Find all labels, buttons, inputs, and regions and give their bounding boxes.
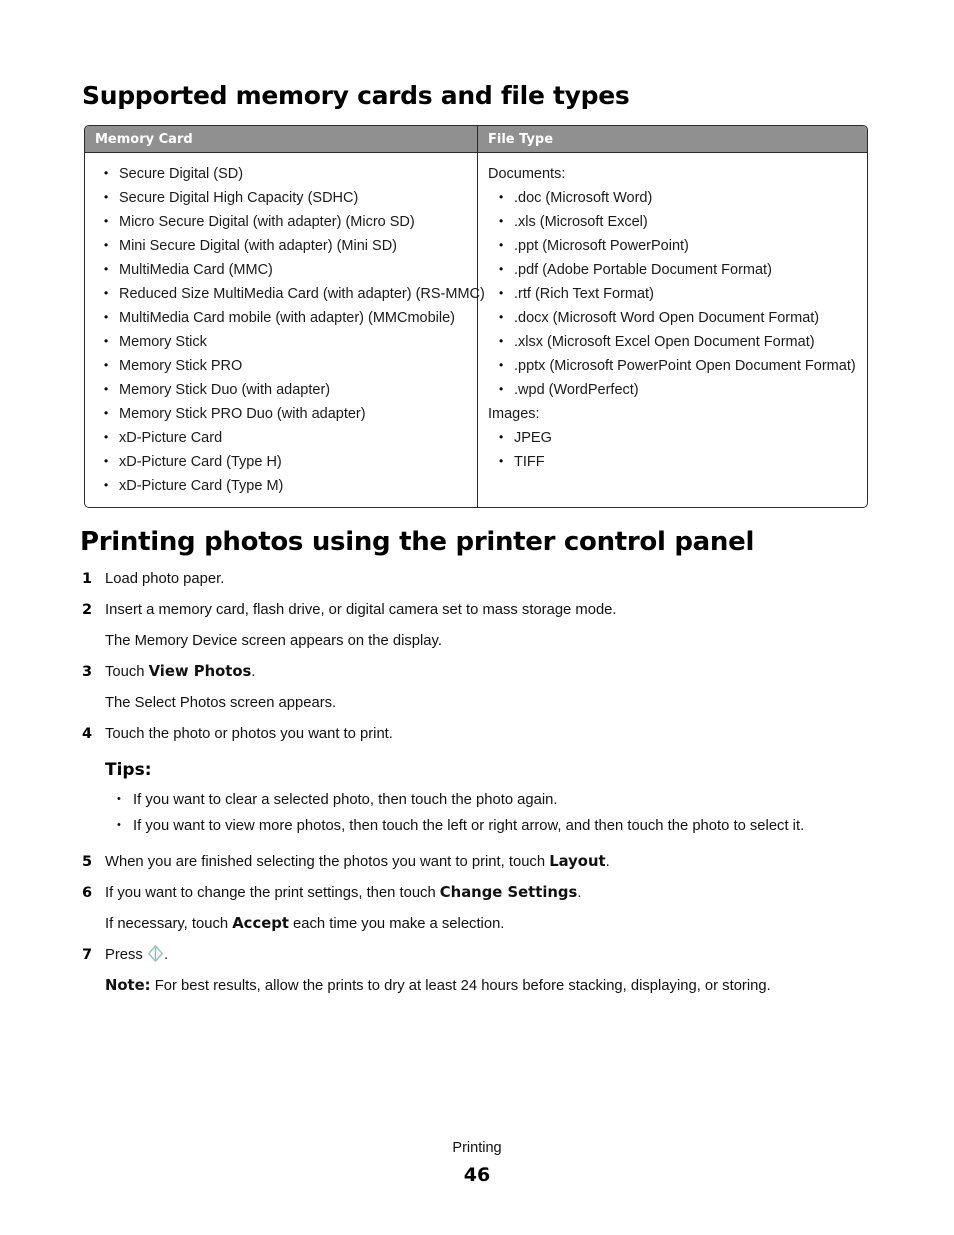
list-item: .xls (Microsoft Excel) [486,209,861,234]
list-item: Mini Secure Digital (with adapter) (Mini… [91,233,471,258]
table-header-memory-card: Memory Card [85,126,478,152]
step-text-prefix: If you want to change the print settings… [105,885,440,901]
list-item: Memory Stick [91,329,471,354]
list-item: .ppt (Microsoft PowerPoint) [486,233,861,258]
step-text-suffix: . [163,947,169,963]
tips-list: If you want to clear a selected photo, t… [105,786,882,839]
step-text-prefix: When you are finished selecting the phot… [105,854,550,870]
step-text: If you want to change the print settings… [105,882,581,904]
footer-section-name: Printing [452,1140,502,1156]
procedure-step-4: 4 Touch the photo or photos you want to … [82,723,882,745]
image-file-type-list: JPEG TIFF [486,425,861,474]
ui-control-name-accept: Accept [232,915,289,932]
list-item: xD-Picture Card (Type H) [91,449,471,474]
list-item: If you want to view more photos, then to… [105,812,882,839]
supported-memory-cards-table: Memory Card File Type Secure Digital (SD… [84,125,868,508]
step-text-prefix: Touch [105,664,149,680]
list-item: .wpd (WordPerfect) [486,377,861,402]
list-item: .pdf (Adobe Portable Document Format) [486,257,861,282]
file-type-group-documents-label: Documents: [488,166,566,182]
list-item: xD-Picture Card (Type M) [91,473,471,498]
step-number: 1 [82,571,93,587]
step-text-suffix: . [577,885,582,901]
step-text-suffix: . [251,664,256,680]
list-item: .doc (Microsoft Word) [486,185,861,210]
start-button-icon [147,944,164,963]
step-6-note: If necessary, touch Accept each time you… [105,913,882,935]
step-text: When you are finished selecting the phot… [105,851,610,873]
table-cell-file-types: Documents: .doc (Microsoft Word) .xls (M… [478,153,867,507]
list-item: Reduced Size MultiMedia Card (with adapt… [91,281,485,306]
ui-control-name-change-settings: Change Settings [439,884,578,901]
tips-heading: Tips: [105,760,152,780]
section-heading-printing-photos: Printing photos using the printer contro… [80,527,755,557]
step-text: Touch the photo or photos you want to pr… [105,726,393,742]
list-item: Secure Digital High Capacity (SDHC) [91,185,471,210]
procedure-step-3: 3 Touch View Photos. [82,661,882,683]
list-item: MultiMedia Card (MMC) [91,257,471,282]
table-cell-memory-cards: Secure Digital (SD) Secure Digital High … [85,153,485,507]
list-item: Secure Digital (SD) [91,161,471,186]
ui-control-name-layout: Layout [549,853,606,870]
procedure-step-1: 1 Load photo paper. [82,568,882,590]
step-text: Load photo paper. [105,571,225,587]
list-item: TIFF [486,449,861,474]
step-3-result: The Select Photos screen appears. [105,695,337,711]
note-label: Note: [105,977,151,994]
list-item: .rtf (Rich Text Format) [486,281,861,306]
step-number: 6 [82,885,93,901]
footer-page-number: 46 [463,1164,491,1186]
file-type-group-images-label: Images: [488,406,540,422]
procedure-step-list: 1 Load photo paper. 2 Insert a memory ca… [82,568,882,1006]
table-header-file-type: File Type [488,131,554,147]
procedure-step-2: 2 Insert a memory card, flash drive, or … [82,599,882,621]
procedure-step-5: 5 When you are finished selecting the ph… [82,851,882,873]
step-text: Insert a memory card, flash drive, or di… [105,602,617,618]
list-item: Micro Secure Digital (with adapter) (Mic… [91,209,471,234]
note-text: For best results, allow the prints to dr… [150,978,771,994]
step-7-note: Note: For best results, allow the prints… [105,975,882,997]
step-text-prefix: Press [105,947,147,963]
list-item: If you want to clear a selected photo, t… [105,786,882,813]
memory-card-list: Secure Digital (SD) Secure Digital High … [91,161,485,498]
list-item: .xlsx (Microsoft Excel Open Document For… [486,329,861,354]
ui-control-name-view-photos: View Photos [148,663,252,680]
document-file-type-list: .doc (Microsoft Word) .xls (Microsoft Ex… [486,185,861,402]
list-item: Memory Stick PRO [91,353,471,378]
step-2-result: The Memory Device screen appears on the … [105,633,442,649]
list-item: .docx (Microsoft Word Open Document Form… [486,305,861,330]
step-number: 2 [82,602,93,618]
step-text: Touch View Photos. [105,661,255,683]
step-number: 7 [82,947,93,963]
step-number: 5 [82,854,93,870]
table-header-row: Memory Card File Type [85,126,867,153]
list-item: xD-Picture Card [91,425,471,450]
procedure-step-7: 7 Press . [82,944,882,966]
table-body: Secure Digital (SD) Secure Digital High … [85,153,867,507]
section-heading-supported-memory-cards: Supported memory cards and file types [82,81,630,110]
step-note-suffix: each time you make a selection. [288,916,505,932]
list-item: .pptx (Microsoft PowerPoint Open Documen… [486,353,861,378]
list-item: Memory Stick Duo (with adapter) [91,377,471,402]
step-note-prefix: If necessary, touch [105,916,233,932]
list-item: MultiMedia Card mobile (with adapter) (M… [91,305,471,330]
list-item: Memory Stick PRO Duo (with adapter) [91,401,471,426]
step-number: 4 [82,726,93,742]
step-text-suffix: . [605,854,610,870]
tips-block: Tips: If you want to clear a selected ph… [105,759,882,839]
procedure-step-6: 6 If you want to change the print settin… [82,882,882,904]
document-page: Supported memory cards and file types Me… [0,0,954,1235]
step-number: 3 [82,664,93,680]
step-text: Press . [105,944,168,966]
list-item: JPEG [486,425,861,450]
